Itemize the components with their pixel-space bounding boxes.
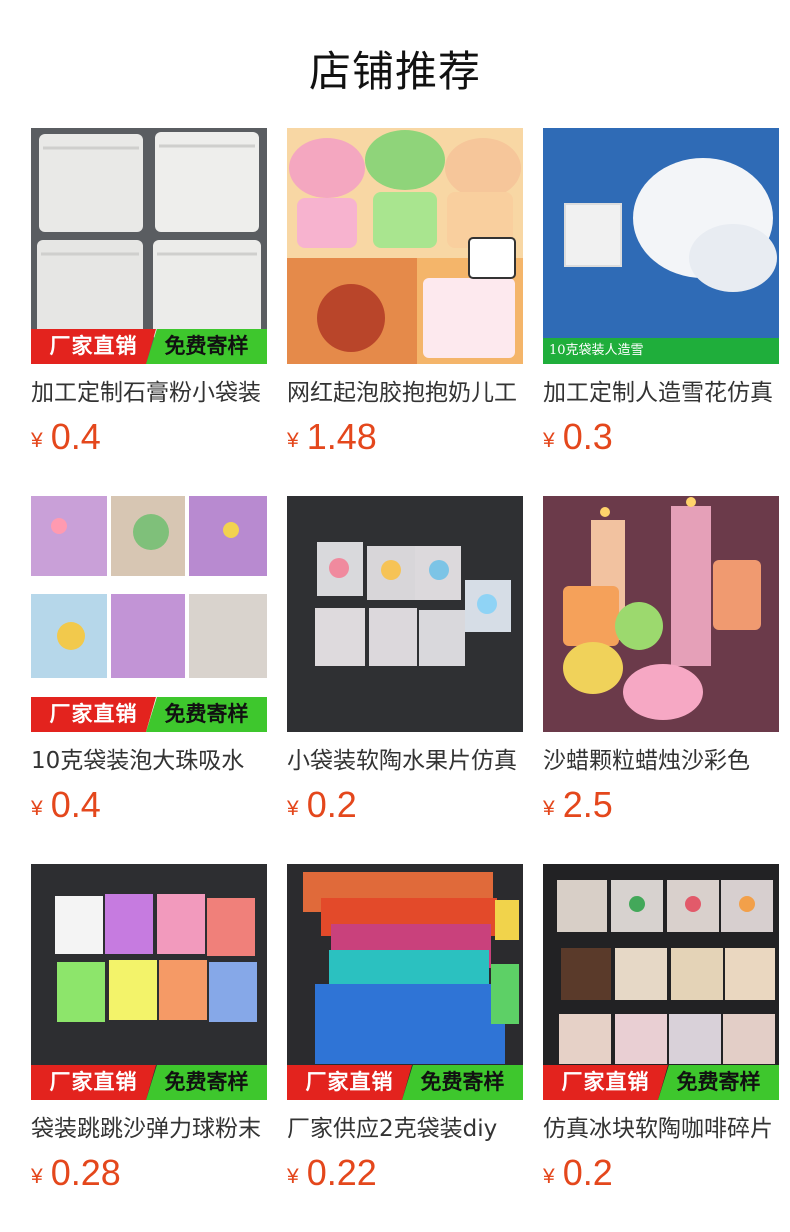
currency-symbol: ¥ — [543, 797, 555, 820]
product-card[interactable]: 厂家直销 免费寄样 袋装跳跳沙弹力球粉末 ¥0.28 — [31, 864, 267, 1204]
product-image[interactable] — [543, 496, 779, 732]
product-card[interactable]: 小袋装软陶水果片仿真 ¥0.2 — [287, 496, 523, 836]
product-name[interactable]: 沙蜡颗粒蜡烛沙彩色 — [543, 744, 779, 778]
product-name[interactable]: 仿真冰块软陶咖啡碎片 — [543, 1112, 779, 1146]
product-price: ¥0.3 — [543, 416, 613, 460]
product-name[interactable]: 厂家供应2克袋装diy — [287, 1112, 523, 1146]
product-price: ¥1.48 — [287, 416, 377, 460]
currency-symbol: ¥ — [287, 797, 299, 820]
product-card[interactable]: 厂家直销 免费寄样 加工定制石膏粉小袋装 ¥0.4 — [31, 128, 267, 468]
price-value: 1.48 — [306, 416, 377, 457]
price-value: 0.28 — [50, 1152, 121, 1193]
price-value: 0.2 — [306, 784, 357, 825]
product-price: ¥0.2 — [287, 784, 357, 828]
promo-banner: 厂家直销 免费寄样 — [31, 697, 267, 732]
product-image[interactable]: 厂家直销 免费寄样 — [31, 864, 267, 1100]
promo-banner: 厂家直销 免费寄样 — [287, 1065, 523, 1100]
promo-banner: 厂家直销 免费寄样 — [31, 329, 267, 364]
product-name[interactable]: 袋装跳跳沙弹力球粉末 — [31, 1112, 267, 1146]
promo-banner: 厂家直销 免费寄样 — [31, 1065, 267, 1100]
page-title: 店铺推荐 — [308, 47, 481, 96]
product-price: ¥0.28 — [31, 1152, 121, 1196]
price-value: 2.5 — [562, 784, 613, 825]
currency-symbol: ¥ — [287, 1165, 299, 1188]
currency-symbol: ¥ — [543, 429, 555, 452]
product-card[interactable]: 厂家直销 免费寄样 10克袋装泡大珠吸水 ¥0.4 — [31, 496, 267, 836]
currency-symbol: ¥ — [543, 1165, 555, 1188]
product-price: ¥2.5 — [543, 784, 613, 828]
product-name[interactable]: 网红起泡胶抱抱奶儿工 — [287, 376, 523, 410]
currency-symbol: ¥ — [31, 429, 43, 452]
product-image[interactable] — [287, 496, 523, 732]
product-card[interactable]: 厂家直销 免费寄样 厂家供应2克袋装diy ¥0.22 — [287, 864, 523, 1204]
product-name[interactable]: 10克袋装泡大珠吸水 — [31, 744, 267, 778]
product-image[interactable]: 厂家直销 免费寄样 — [31, 496, 267, 732]
price-value: 0.4 — [50, 416, 101, 457]
price-value: 0.22 — [306, 1152, 377, 1193]
currency-symbol: ¥ — [31, 797, 43, 820]
price-value: 0.4 — [50, 784, 101, 825]
currency-symbol: ¥ — [287, 429, 299, 452]
currency-symbol: ¥ — [31, 1165, 43, 1188]
promo-free-sample: 免费寄样 — [658, 1065, 779, 1100]
product-image[interactable]: 厂家直销 免费寄样 — [287, 864, 523, 1100]
promo-factory-direct: 厂家直销 — [31, 329, 156, 364]
product-price: ¥0.4 — [31, 416, 101, 460]
promo-free-sample: 免费寄样 — [146, 1065, 267, 1100]
promo-factory-direct: 厂家直销 — [31, 1065, 156, 1100]
product-card[interactable]: 沙蜡颗粒蜡烛沙彩色 ¥2.5 — [543, 496, 779, 836]
promo-factory-direct: 厂家直销 — [31, 697, 156, 732]
product-price: ¥0.22 — [287, 1152, 377, 1196]
product-image[interactable] — [287, 128, 523, 364]
price-value: 0.3 — [562, 416, 613, 457]
product-name[interactable]: 加工定制石膏粉小袋装 — [31, 376, 267, 410]
product-card[interactable]: 厂家直销 免费寄样 仿真冰块软陶咖啡碎片 ¥0.2 — [543, 864, 779, 1204]
product-image[interactable]: 厂家直销 免费寄样 — [31, 128, 267, 364]
promo-factory-direct: 厂家直销 — [287, 1065, 412, 1100]
promo-free-sample: 免费寄样 — [146, 697, 267, 732]
product-card[interactable]: 10克袋装人造雪 加工定制人造雪花仿真 ¥0.3 — [543, 128, 779, 468]
promo-free-sample: 免费寄样 — [146, 329, 267, 364]
product-price: ¥0.4 — [31, 784, 101, 828]
promo-free-sample: 免费寄样 — [402, 1065, 523, 1100]
image-caption: 10克袋装人造雪 — [543, 338, 779, 364]
product-name[interactable]: 加工定制人造雪花仿真 — [543, 376, 779, 410]
product-image[interactable]: 10克袋装人造雪 — [543, 128, 779, 364]
product-image[interactable]: 厂家直销 免费寄样 — [543, 864, 779, 1100]
promo-banner: 厂家直销 免费寄样 — [543, 1065, 779, 1100]
price-value: 0.2 — [562, 1152, 613, 1193]
product-price: ¥0.2 — [543, 1152, 613, 1196]
product-name[interactable]: 小袋装软陶水果片仿真 — [287, 744, 523, 778]
promo-factory-direct: 厂家直销 — [543, 1065, 668, 1100]
product-card[interactable]: 网红起泡胶抱抱奶儿工 ¥1.48 — [287, 128, 523, 468]
